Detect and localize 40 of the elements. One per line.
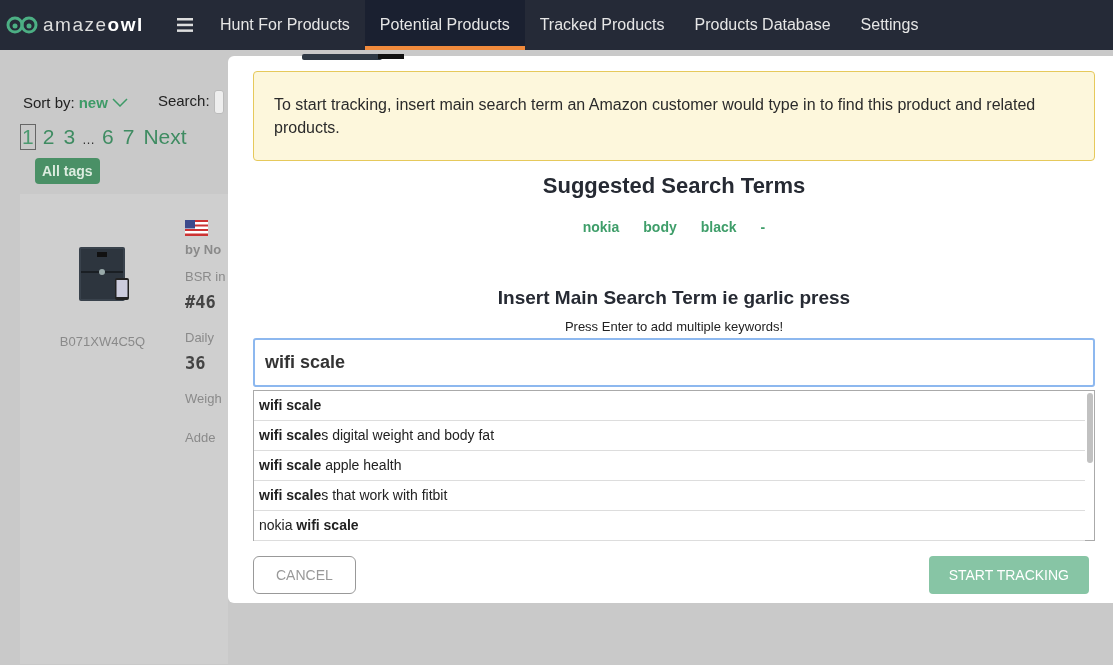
- nav-tab[interactable]: Settings: [845, 0, 934, 50]
- page-link[interactable]: 1: [20, 124, 36, 150]
- suggested-term[interactable]: nokia: [582, 219, 620, 235]
- logo-text: amazeowl: [43, 14, 144, 36]
- page-link[interactable]: 6: [100, 124, 116, 150]
- weight-label: Weigh: [185, 391, 223, 406]
- input-hint: Press Enter to add multiple keywords!: [564, 319, 784, 334]
- page-link[interactable]: 3: [61, 124, 78, 150]
- search-label: Search:: [157, 91, 210, 109]
- nav-tab[interactable]: Potential Products: [364, 0, 525, 50]
- notice-message: To start tracking, insert main search term an Amazon customer would type in to find this product and related products.: [253, 71, 1095, 161]
- bsr-value: #46: [185, 292, 217, 312]
- nav-tab[interactable]: Products Database: [679, 0, 846, 50]
- sort-dropdown[interactable]: new: [78, 93, 108, 111]
- nav-tab[interactable]: Hunt For Products: [205, 0, 365, 50]
- suggestion-item[interactable]: wifi scales digital weight and body fat: [254, 421, 1085, 451]
- suggested-term[interactable]: body: [643, 219, 677, 235]
- added-label: Adde: [185, 430, 217, 445]
- suggestion-item[interactable]: wifi scale: [254, 391, 1085, 421]
- daily-sales-label: Daily: [185, 330, 215, 345]
- input-title: Insert Main Search Term ie garlic press: [497, 287, 851, 309]
- suggested-term[interactable]: -: [760, 219, 766, 235]
- tag-button[interactable]: All tags: [35, 158, 100, 184]
- cancel-button[interactable]: CANCEL: [253, 556, 356, 594]
- suggested-title: Suggested Search Terms: [542, 173, 806, 199]
- page-link[interactable]: 7: [120, 124, 137, 150]
- search-term-input[interactable]: wifi scale: [253, 338, 1095, 387]
- suggestion-item[interactable]: wifi scales that work with fitbit: [254, 481, 1085, 511]
- page-link[interactable]: Next: [141, 124, 189, 150]
- suggestion-item[interactable]: wifi scale apple health: [254, 451, 1085, 481]
- daily-sales-value: 36: [185, 353, 207, 373]
- suggestion-item[interactable]: nokia wifi scale: [254, 511, 1085, 541]
- sort-label: Sort by:: [23, 93, 75, 111]
- suggested-term[interactable]: black: [700, 219, 737, 235]
- nav-tab[interactable]: Tracked Products: [524, 0, 680, 50]
- bsr-label: BSR in: [185, 269, 226, 284]
- brand-text: by No: [185, 242, 223, 257]
- asin-text: B071XW4C5Q: [59, 334, 146, 349]
- page-link[interactable]: 2: [40, 124, 57, 150]
- pagination-ellipsis: …: [82, 132, 96, 147]
